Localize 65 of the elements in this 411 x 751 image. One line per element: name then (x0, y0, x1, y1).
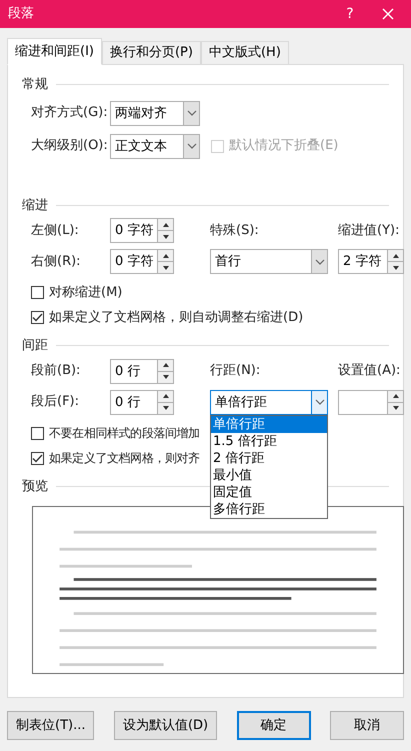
field-label: 大纲级别(O): (31, 137, 109, 156)
field-label: 段后(F): (31, 393, 80, 412)
dropdown-option[interactable]: 2 倍行距 (211, 450, 327, 466)
spin-field[interactable]: 0 字符 (110, 218, 174, 243)
tab[interactable]: 缩进和间距(I) (7, 38, 102, 65)
checkbox[interactable] (31, 311, 44, 324)
dialog-button[interactable]: 取消 (330, 711, 404, 740)
spin-down-icon[interactable] (392, 266, 398, 270)
spin-down-icon[interactable] (162, 266, 169, 270)
spin-up-icon[interactable] (392, 254, 398, 258)
dialog-button[interactable]: 制表位(T)... (7, 711, 94, 740)
dropdown-option[interactable]: 固定值 (211, 484, 327, 500)
spin-down-icon[interactable] (162, 234, 169, 238)
field-label: 段前(B): (31, 362, 82, 380)
field-label: 特殊(S): (210, 222, 260, 240)
spin-field[interactable]: 0 行 (110, 390, 174, 414)
window-title: 段落 (8, 5, 35, 24)
spin-up-icon[interactable] (162, 394, 168, 398)
dialog-button[interactable]: 确定 (236, 711, 311, 740)
spin-field[interactable] (338, 390, 404, 414)
field-label: 缩进值(Y): (338, 222, 400, 240)
tab[interactable]: 中文版式(H) (200, 41, 289, 65)
close-icon (382, 8, 394, 20)
dropdown[interactable]: 正文文本 (110, 134, 200, 158)
dialog-button[interactable]: 设为默认值(D) (114, 711, 218, 740)
spin-up-icon[interactable] (162, 222, 169, 226)
section-heading: 间距 (22, 337, 48, 355)
spin-up-icon[interactable] (162, 254, 169, 258)
section-heading: 预览 (22, 478, 48, 496)
checkbox-label: 默认情况下折叠(E) (229, 137, 338, 156)
spin-up-icon[interactable] (162, 363, 168, 367)
dropdown-option[interactable]: 单倍行距 (211, 416, 327, 432)
field-label: 行距(N): (210, 362, 262, 380)
dropdown-option[interactable]: 1.5 倍行距 (211, 432, 327, 450)
help-button[interactable]: ? (335, 4, 365, 24)
dropdown-option[interactable]: 多倍行距 (211, 500, 327, 518)
dropdown[interactable]: 两端对齐 (110, 100, 200, 126)
checkbox[interactable] (31, 452, 44, 464)
spin-up-icon[interactable] (392, 394, 398, 398)
spin-field[interactable]: 0 字符 (110, 249, 174, 274)
chevron-down-icon (186, 143, 196, 149)
chevron-down-icon (314, 258, 324, 264)
checkbox-label: 如果定义了文档网格，则对齐 (49, 450, 200, 467)
checkbox-label: 对称缩进(M) (49, 284, 122, 302)
section-heading: 缩进 (22, 196, 48, 214)
tab[interactable]: 换行和分页(P) (102, 41, 201, 65)
dropdown[interactable]: 首行 (210, 249, 328, 274)
checkbox[interactable] (31, 426, 44, 440)
spin-down-icon[interactable] (392, 406, 398, 410)
field-label: 右侧(R): (31, 252, 82, 271)
field-label: 对齐方式(G): (31, 104, 109, 122)
chevron-down-icon (186, 110, 196, 116)
field-label: 设置值(A): (338, 362, 402, 380)
checkbox-label: 不要在相同样式的段落间增加 (49, 425, 200, 442)
section-heading: 常规 (22, 76, 48, 94)
checkbox[interactable] (31, 286, 44, 299)
spin-down-icon[interactable] (162, 406, 168, 410)
field-label: 左侧(L): (31, 222, 80, 240)
dropdown[interactable]: 单倍行距 (210, 390, 328, 414)
spin-down-icon[interactable] (162, 375, 168, 379)
chevron-down-icon (314, 399, 324, 405)
spin-field[interactable]: 2 字符 (338, 249, 404, 274)
spin-field[interactable]: 0 行 (110, 358, 174, 384)
checkbox-label: 如果定义了文档网格，则自动调整右缩进(D) (49, 308, 304, 327)
dropdown-option[interactable]: 最小值 (211, 466, 327, 484)
